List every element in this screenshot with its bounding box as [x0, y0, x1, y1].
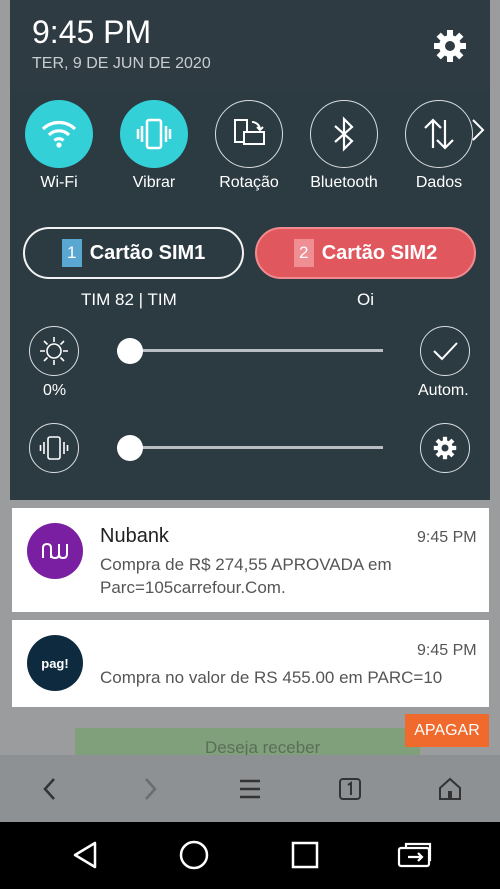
sim2-button[interactable]: 2 Cartão SIM2: [255, 227, 476, 279]
sim1-button[interactable]: 1 Cartão SIM1: [23, 227, 244, 279]
brightness-slider-thumb[interactable]: [117, 338, 143, 364]
back-arrow-icon[interactable]: [33, 772, 67, 806]
chevron-right-icon[interactable]: [470, 118, 486, 147]
notification-body-line1: Compra de R$ 274,55 APROVADA em: [100, 555, 392, 574]
notification-nubank[interactable]: Nubank 9:45 PM Compra de R$ 274,55 APROV…: [12, 508, 489, 612]
brightness-slider-track[interactable]: [117, 349, 383, 352]
nav-switch-sim-icon[interactable]: [395, 835, 435, 875]
forward-arrow-icon[interactable]: [133, 772, 167, 806]
clock-time: 9:45 PM: [32, 14, 152, 50]
date-label: TER, 9 DE JUN DE 2020: [32, 55, 211, 72]
pag-logo-icon: pag!: [27, 635, 83, 691]
nav-home-icon[interactable]: [174, 835, 214, 875]
notification-body: Compra no valor de RS 455.00 em PARC=10: [100, 668, 443, 687]
brightness-value: 0%: [43, 382, 67, 399]
nav-recents-icon[interactable]: [285, 835, 325, 875]
notification-pag[interactable]: pag! 9:45 PM Compra no valor de RS 455.0…: [12, 620, 489, 707]
toggle-rotation-label: Rotação: [219, 174, 279, 191]
sim1-label: Cartão SIM1: [89, 241, 206, 264]
toggle-rotation[interactable]: [215, 100, 283, 168]
auto-brightness-label: Autom.: [418, 382, 469, 399]
data-icon: [424, 118, 454, 150]
auto-brightness-button[interactable]: [420, 326, 470, 376]
volume-slider-thumb[interactable]: [117, 435, 143, 461]
nubank-logo-icon: [27, 523, 83, 579]
sim1-carrier: TIM 82 | TIM: [81, 290, 177, 309]
vibrate-mode-icon[interactable]: [29, 423, 79, 473]
menu-icon[interactable]: [233, 772, 267, 806]
clear-all-button[interactable]: APAGAR: [405, 714, 489, 747]
sim2-carrier: Oi: [357, 290, 374, 309]
settings-gear-icon[interactable]: [430, 26, 470, 66]
bluetooth-icon: [334, 116, 354, 152]
notification-time: 9:45 PM: [417, 529, 477, 546]
toggle-data-label: Dados: [415, 174, 463, 191]
brightness-icon: [29, 326, 79, 376]
toggle-wifi-label: Wi-Fi: [40, 174, 78, 191]
toggle-data[interactable]: [405, 100, 473, 168]
wifi-icon: [41, 121, 77, 148]
checkmark-icon: [433, 342, 458, 361]
notification-body-line2: Parc=105carrefour.Com.: [100, 578, 286, 597]
toggle-vibrate[interactable]: [120, 100, 188, 168]
tabs-icon[interactable]: [333, 772, 367, 806]
notification-app-name: Nubank: [100, 525, 169, 547]
vibrate-icon: [136, 118, 172, 150]
sim-card-icon: 2: [293, 239, 314, 267]
rotation-icon: [234, 119, 265, 145]
notification-time: 9:45 PM: [417, 642, 477, 659]
sound-settings-button[interactable]: [420, 423, 470, 473]
toggle-wifi[interactable]: [25, 100, 93, 168]
volume-slider-track[interactable]: [117, 446, 383, 449]
sim-card-icon: 1: [61, 239, 82, 267]
toggle-bluetooth-label: Bluetooth: [310, 174, 378, 191]
toggle-bluetooth[interactable]: [310, 100, 378, 168]
gear-icon: [433, 436, 457, 460]
nav-back-icon[interactable]: [65, 835, 105, 875]
home-icon[interactable]: [433, 772, 467, 806]
toggle-vibrate-label: Vibrar: [132, 174, 176, 191]
sim2-label: Cartão SIM2: [321, 241, 438, 264]
